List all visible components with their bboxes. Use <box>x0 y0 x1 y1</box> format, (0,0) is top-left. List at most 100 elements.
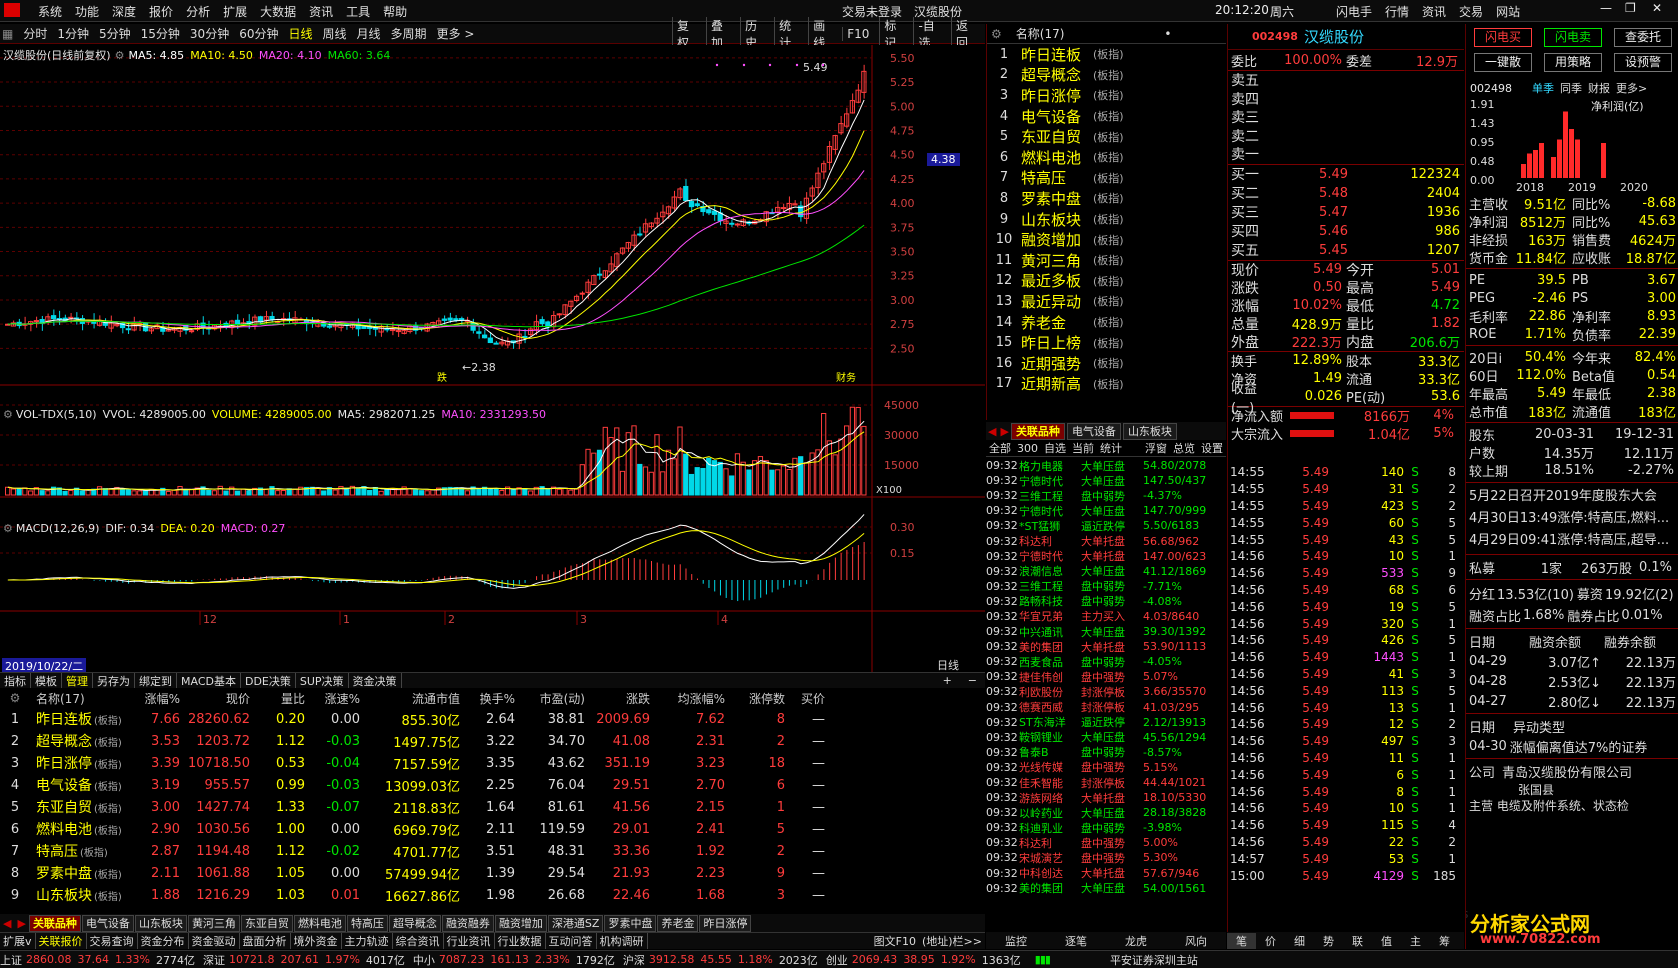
f10-button-1[interactable]: 闪电卖 <box>1544 28 1602 47</box>
alert-subtab-0[interactable]: 全部 <box>986 440 1014 456</box>
table-col-10[interactable]: 涨停数 <box>725 690 785 707</box>
list-settings-icon[interactable]: ⚙ <box>991 27 1002 41</box>
board-list-item[interactable]: 16 近期强势 (板指) <box>987 353 1226 374</box>
alert-row[interactable]: 09:32 宁德时代 大单压盘 147.70/999 <box>986 503 1226 518</box>
table-col-2[interactable]: 现价 <box>180 690 250 707</box>
f10-tab-2[interactable]: 财报 <box>1588 80 1610 96</box>
table-settings-icon[interactable]: ⚙ <box>0 691 30 705</box>
alert-prev-icon[interactable]: ◀ <box>986 425 998 438</box>
board-list-item[interactable]: 5 东亚自贸 (板指) <box>987 126 1226 147</box>
index-3[interactable]: 沪深 3912.58 45.55 1.18% 2023亿 <box>623 952 818 968</box>
func-tab-9[interactable]: 行业资讯 <box>444 933 495 949</box>
tick-bottom-5[interactable]: 值 <box>1372 933 1401 949</box>
menu-item-2[interactable]: 深度 <box>112 3 136 20</box>
alert-subtab-2[interactable]: 自选 <box>1041 440 1069 456</box>
chart-area[interactable]: 5.50 5.25 5.00 4.75 4.50 4.25 4.00 3.75 3.50 3.25… <box>0 45 985 685</box>
table-row[interactable]: 6 燃料电池 (板指) 2.90 1030.56 1.00 0.00 6969.79亿 2.11… <box>0 818 985 840</box>
index-0[interactable]: 上证 2860.08 37.64 1.33% 2774亿 <box>0 952 195 968</box>
f10-button-0[interactable]: 闪电买 <box>1474 28 1532 47</box>
settings-icon[interactable]: ⚙ <box>115 49 125 62</box>
indicator-tab-7[interactable]: SUP决策 <box>296 672 349 689</box>
sector-tab-8[interactable]: 融资融券 <box>441 914 494 932</box>
indicator-tab-5[interactable]: MACD基本 <box>177 672 241 689</box>
tick-bottom-6[interactable]: 主 <box>1401 933 1430 949</box>
table-col-9[interactable]: 均涨幅% <box>650 690 725 707</box>
table-col-11[interactable]: 买价 <box>785 690 825 707</box>
alert-row[interactable]: 09:32 鲁泰B 盘中弱势 -8.57% <box>986 745 1226 760</box>
buy-price[interactable]: 5.47 <box>1288 205 1348 220</box>
restore-icon[interactable]: ❐ <box>1625 1 1636 15</box>
f10-tab-1[interactable]: 同季 <box>1560 80 1582 96</box>
func-right-0[interactable]: 图文F10 <box>871 933 919 949</box>
alert-tab-0[interactable]: 关联品种 <box>1010 422 1065 440</box>
alert-row[interactable]: 09:32 游族网络 大单托盘 18.10/5330 <box>986 790 1226 805</box>
menu-right-0[interactable]: 闪电手 <box>1336 3 1372 20</box>
func-tab-3[interactable]: 资金分布 <box>138 933 189 949</box>
grid-icon[interactable]: ▦ <box>0 27 15 41</box>
func-tab-11[interactable]: 互动问答 <box>546 933 597 949</box>
timeframe-10[interactable]: 更多 > <box>435 25 477 42</box>
sector-tab-5[interactable]: 燃料电池 <box>293 914 346 932</box>
menu-item-8[interactable]: 工具 <box>346 3 370 20</box>
alert-bottom-0[interactable]: 监控 <box>986 933 1046 949</box>
sector-tab-6[interactable]: 特高压 <box>346 914 388 932</box>
vol-settings-icon[interactable]: ⚙ <box>3 408 13 421</box>
buy-price[interactable]: 5.48 <box>1288 186 1348 201</box>
close-icon[interactable]: ✕ <box>1652 1 1662 15</box>
alert-subtab-7[interactable]: 设置 <box>1198 440 1226 456</box>
timeframe-7[interactable]: 周线 <box>321 25 349 42</box>
menu-item-0[interactable]: 系统 <box>38 3 62 20</box>
minimize-icon[interactable]: — <box>1600 1 1612 15</box>
alert-next-icon[interactable]: ▶ <box>998 425 1010 438</box>
board-list-item[interactable]: 6 燃料电池 (板指) <box>987 147 1226 168</box>
sector-tab-13[interactable]: 昨日涨停 <box>699 914 752 932</box>
chart-canvas[interactable]: 5.50 5.25 5.00 4.75 4.50 4.25 4.00 3.75 3.50 3.25… <box>0 45 985 685</box>
index-1[interactable]: 深证 10721.8 207.61 1.97% 4017亿 <box>203 952 405 968</box>
indicator-tab-0[interactable]: 指标 <box>0 672 31 689</box>
board-list-item[interactable]: 13 最近异动 (板指) <box>987 291 1226 312</box>
board-list-item[interactable]: 1 昨日连板 (板指) <box>987 44 1226 65</box>
board-list-item[interactable]: 9 山东板块 (板指) <box>987 209 1226 230</box>
row-name[interactable]: 燃料电池 (板指) <box>30 819 125 839</box>
sector-tab-0[interactable]: 关联品种 <box>28 914 81 932</box>
row-name[interactable]: 东亚自贸 (板指) <box>30 797 125 817</box>
f10-button-5[interactable]: 设预警 <box>1614 53 1672 72</box>
board-list-item[interactable]: 10 融资增加 (板指) <box>987 229 1226 250</box>
func-tab-0[interactable]: 扩展v <box>0 933 36 949</box>
tool-5[interactable]: F10 <box>842 27 873 41</box>
row-name[interactable]: 昨日涨停 (板指) <box>30 753 125 773</box>
timeframe-3[interactable]: 15分钟 <box>139 25 182 42</box>
func-tab-4[interactable]: 资金驱动 <box>189 933 240 949</box>
buy-price[interactable]: 5.46 <box>1288 224 1348 239</box>
table-col-8[interactable]: 涨跌 <box>585 690 650 707</box>
indicator-tab-3[interactable]: 另存为 <box>93 672 135 689</box>
func-tab-10[interactable]: 行业数据 <box>495 933 546 949</box>
table-row[interactable]: 7 特高压 (板指) 2.87 1194.48 1.12 -0.02 4701.77亿 3.51… <box>0 840 985 862</box>
tick-bottom-2[interactable]: 细 <box>1285 933 1314 949</box>
menu-item-7[interactable]: 资讯 <box>309 3 333 20</box>
row-name[interactable]: 罗素中盘 (板指) <box>30 863 125 883</box>
table-row[interactable]: 3 昨日涨停 (板指) 3.39 10718.50 0.53 -0.04 7157.59亿 3.… <box>0 752 985 774</box>
alert-subtab-3[interactable]: 当前 <box>1069 440 1097 456</box>
board-list-item[interactable]: 2 超导概念 (板指) <box>987 65 1226 86</box>
alert-row[interactable]: 09:32 科达利 盘中强势 5.00% <box>986 835 1226 850</box>
alert-subtab-1[interactable]: 300 <box>1014 442 1041 455</box>
row-name[interactable]: 昨日连板 (板指) <box>30 709 125 729</box>
menu-right-1[interactable]: 行情 <box>1385 3 1409 20</box>
alert-subtab-6[interactable]: 总览 <box>1170 440 1198 456</box>
table-col-1[interactable]: 涨幅% <box>125 690 180 707</box>
sector-tab-11[interactable]: 罗素中盘 <box>604 914 657 932</box>
alert-subtab-5[interactable]: 浮窗 <box>1142 440 1170 456</box>
alert-row[interactable]: 09:32 鞍钢锂业 大单压盘 45.56/1294 <box>986 730 1226 745</box>
row-name[interactable]: 超导概念 (板指) <box>30 731 125 751</box>
board-list-item[interactable]: 8 罗素中盘 (板指) <box>987 188 1226 209</box>
index-4[interactable]: 创业 2069.43 38.95 1.92% 1363亿 <box>826 952 1021 968</box>
tick-bottom-3[interactable]: 势 <box>1314 933 1343 949</box>
index-2[interactable]: 中小 7087.23 161.13 2.33% 1792亿 <box>413 952 615 968</box>
tick-bottom-0[interactable]: 笔 <box>1227 932 1256 949</box>
alert-row[interactable]: 09:32 宋城演艺 盘中强势 5.30% <box>986 850 1226 865</box>
tick-bottom-1[interactable]: 价 <box>1256 933 1285 949</box>
board-list-item[interactable]: 12 最近多板 (板指) <box>987 271 1226 292</box>
sector-tab-12[interactable]: 养老金 <box>657 914 699 932</box>
board-list-item[interactable]: 11 黄河三角 (板指) <box>987 250 1226 271</box>
